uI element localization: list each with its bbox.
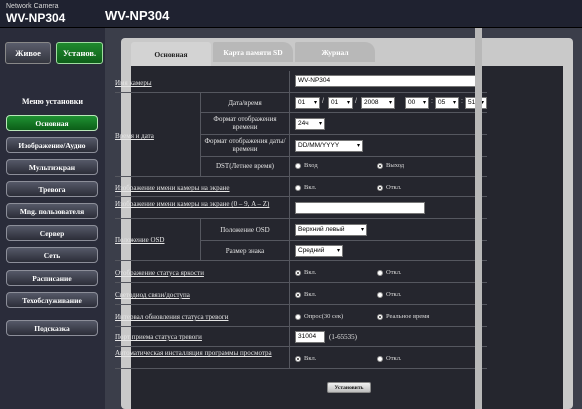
time-format-select[interactable]: 24ч ▾ bbox=[295, 118, 325, 130]
menu-item-alarm[interactable]: Тревога bbox=[6, 181, 98, 197]
alarm-realtime-radio[interactable]: Реальное время bbox=[377, 313, 429, 320]
title-input-label: Изображение имени камеры на экране (0 – … bbox=[115, 200, 270, 208]
menu-header: Меню установки bbox=[22, 97, 83, 106]
led-on-radio[interactable]: Вкл. bbox=[295, 291, 316, 298]
time-format-label: Формат отображения времени bbox=[213, 115, 277, 131]
menu-item-image-audio[interactable]: Изображение/Аудио bbox=[6, 137, 98, 153]
viewer-off-radio[interactable]: Откл. bbox=[377, 355, 402, 362]
tab-log[interactable]: Журнал bbox=[295, 42, 375, 62]
brightness-off-radio[interactable]: Откл. bbox=[377, 269, 402, 276]
camera-name-input[interactable]: WV-NP304 bbox=[295, 75, 480, 87]
time-date-label: Время и дата bbox=[115, 132, 154, 140]
led-off-radio[interactable]: Откл. bbox=[377, 291, 402, 298]
menu-item-schedule[interactable]: Расписание bbox=[6, 270, 98, 286]
char-size-label: Размер знака bbox=[225, 247, 265, 255]
title-text-input[interactable] bbox=[295, 202, 425, 214]
tab-sd-card[interactable]: Карта памяти SD bbox=[213, 42, 293, 62]
led-label: Светодиод связи/доступа bbox=[115, 291, 190, 299]
char-size-select[interactable]: Средний ▾ bbox=[295, 245, 343, 257]
osd-label: Положение OSD bbox=[115, 236, 165, 244]
camera-name-label: Имя камеры bbox=[115, 79, 152, 87]
alarm-port-input[interactable]: 31004 bbox=[295, 331, 325, 343]
live-button[interactable]: Живое bbox=[5, 42, 51, 64]
date-format-select[interactable]: DD/MM/YYYY ▾ bbox=[295, 140, 363, 152]
title-display-label: Изображение имени камеры на экране bbox=[115, 184, 230, 192]
viewer-install-label: Автоматическая инсталляция программы про… bbox=[115, 349, 272, 357]
menu-item-multiscreen[interactable]: Мультиэкран bbox=[6, 159, 98, 175]
brand-logo: WV-NP304 bbox=[6, 11, 66, 25]
osd-position-select[interactable]: Верхний левый ▾ bbox=[295, 224, 367, 236]
tab-basic[interactable]: Основная bbox=[131, 42, 211, 66]
alarm-port-label: Порт приема статуса тревоги bbox=[115, 333, 202, 341]
scrollbar[interactable] bbox=[475, 28, 482, 409]
title-display-on-radio[interactable]: Вкл. bbox=[295, 184, 316, 191]
day-select[interactable]: 01 ▾ bbox=[328, 97, 353, 109]
minute-select[interactable]: 05 ▾ bbox=[435, 97, 459, 109]
hour-select[interactable]: 00 ▾ bbox=[405, 97, 429, 109]
dst-in-radio[interactable]: Вход bbox=[295, 162, 318, 169]
menu-item-user-mng[interactable]: Mng. пользователя bbox=[6, 203, 98, 219]
title-display-off-radio[interactable]: Откл. bbox=[377, 184, 402, 191]
menu-item-server[interactable]: Сервер bbox=[6, 225, 98, 241]
year-select[interactable]: 2008 ▾ bbox=[361, 97, 395, 109]
menu-item-network[interactable]: Сеть bbox=[6, 247, 98, 263]
month-select[interactable]: 01 ▾ bbox=[295, 97, 320, 109]
menu-item-basic[interactable]: Основная bbox=[6, 115, 98, 131]
brightness-status-label: Отображение статуса яркости bbox=[115, 269, 204, 277]
set-button[interactable]: Установить bbox=[327, 382, 371, 393]
dst-out-radio[interactable]: Выход bbox=[377, 162, 404, 169]
alarm-port-range: (1-65535) bbox=[329, 333, 357, 341]
alarm-interval-label: Интервал обновления статуса тревоги bbox=[115, 313, 229, 321]
alarm-poll-radio[interactable]: Опрос(30 сек) bbox=[295, 313, 343, 320]
osd-position-label: Положение OSD bbox=[220, 226, 270, 234]
content-area: Основная Карта памяти SD Журнал Имя каме… bbox=[105, 28, 582, 409]
menu-item-maintenance[interactable]: Техобслуживание bbox=[6, 292, 98, 308]
date-format-label: Формат отображения даты/времени bbox=[204, 137, 286, 153]
sidebar: Живое Установ. Меню установки Основная И… bbox=[0, 28, 105, 409]
setup-button[interactable]: Установ. bbox=[56, 42, 103, 64]
dst-label: DST(Летнее время) bbox=[215, 162, 275, 170]
menu-item-help[interactable]: Подсказка bbox=[6, 320, 98, 336]
model-title: WV-NP304 bbox=[105, 8, 170, 23]
viewer-on-radio[interactable]: Вкл. bbox=[295, 355, 316, 362]
brand-subtitle: Network Camera bbox=[6, 3, 59, 10]
brightness-on-radio[interactable]: Вкл. bbox=[295, 269, 316, 276]
top-bar: Network Camera WV-NP304 WV-NP304 bbox=[0, 0, 582, 28]
datetime-label: Дата/время bbox=[228, 99, 262, 107]
